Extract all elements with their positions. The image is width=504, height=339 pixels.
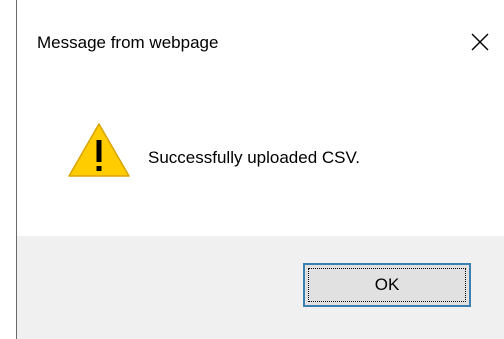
warning-icon bbox=[68, 123, 130, 177]
close-button[interactable] bbox=[458, 18, 504, 64]
dialog-footer: OK bbox=[17, 236, 504, 339]
close-icon bbox=[471, 33, 489, 51]
ok-button[interactable]: OK bbox=[303, 263, 471, 307]
ok-button-label: OK bbox=[374, 275, 400, 294]
dialog-message: Successfully uploaded CSV. bbox=[148, 148, 361, 167]
dialog-titlebar: Message from webpage bbox=[17, 0, 504, 76]
dialog-title: Message from webpage bbox=[37, 33, 219, 52]
message-dialog: Message from webpage Successfully upload… bbox=[16, 0, 504, 339]
dialog-content: Successfully uploaded CSV. bbox=[17, 76, 504, 236]
